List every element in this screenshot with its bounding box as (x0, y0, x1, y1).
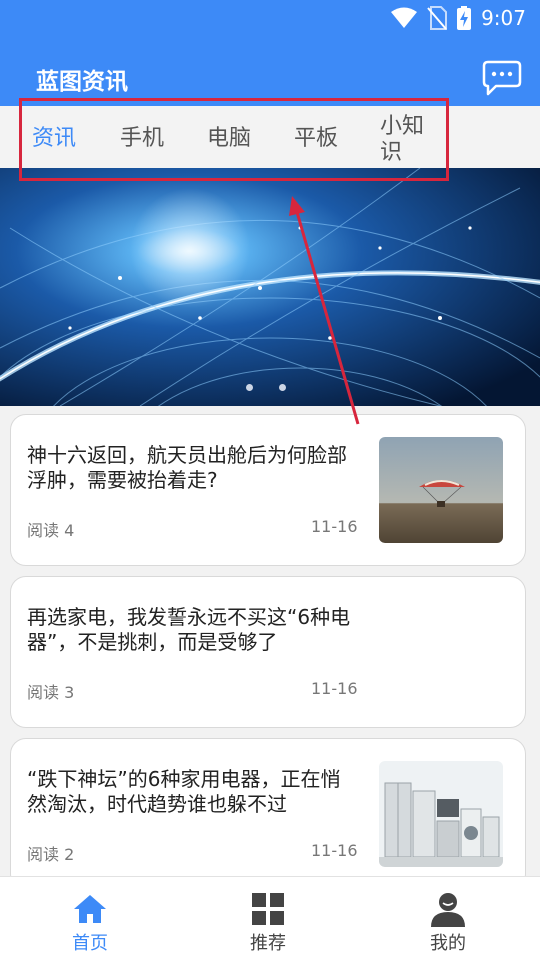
nav-home[interactable]: 首页 (0, 877, 180, 961)
nav-recommend-label: 推荐 (250, 933, 286, 954)
user-icon (431, 893, 465, 927)
annotation-arrow (289, 196, 360, 425)
nav-profile[interactable]: 我的 (358, 877, 538, 961)
nav-profile-label: 我的 (430, 933, 466, 954)
grid-icon (252, 893, 284, 925)
nav-home-label: 首页 (72, 933, 108, 954)
bottom-navigation: 首页 推荐 我的 (0, 876, 540, 961)
nav-recommend[interactable]: 推荐 (178, 877, 358, 961)
home-icon (74, 895, 106, 923)
